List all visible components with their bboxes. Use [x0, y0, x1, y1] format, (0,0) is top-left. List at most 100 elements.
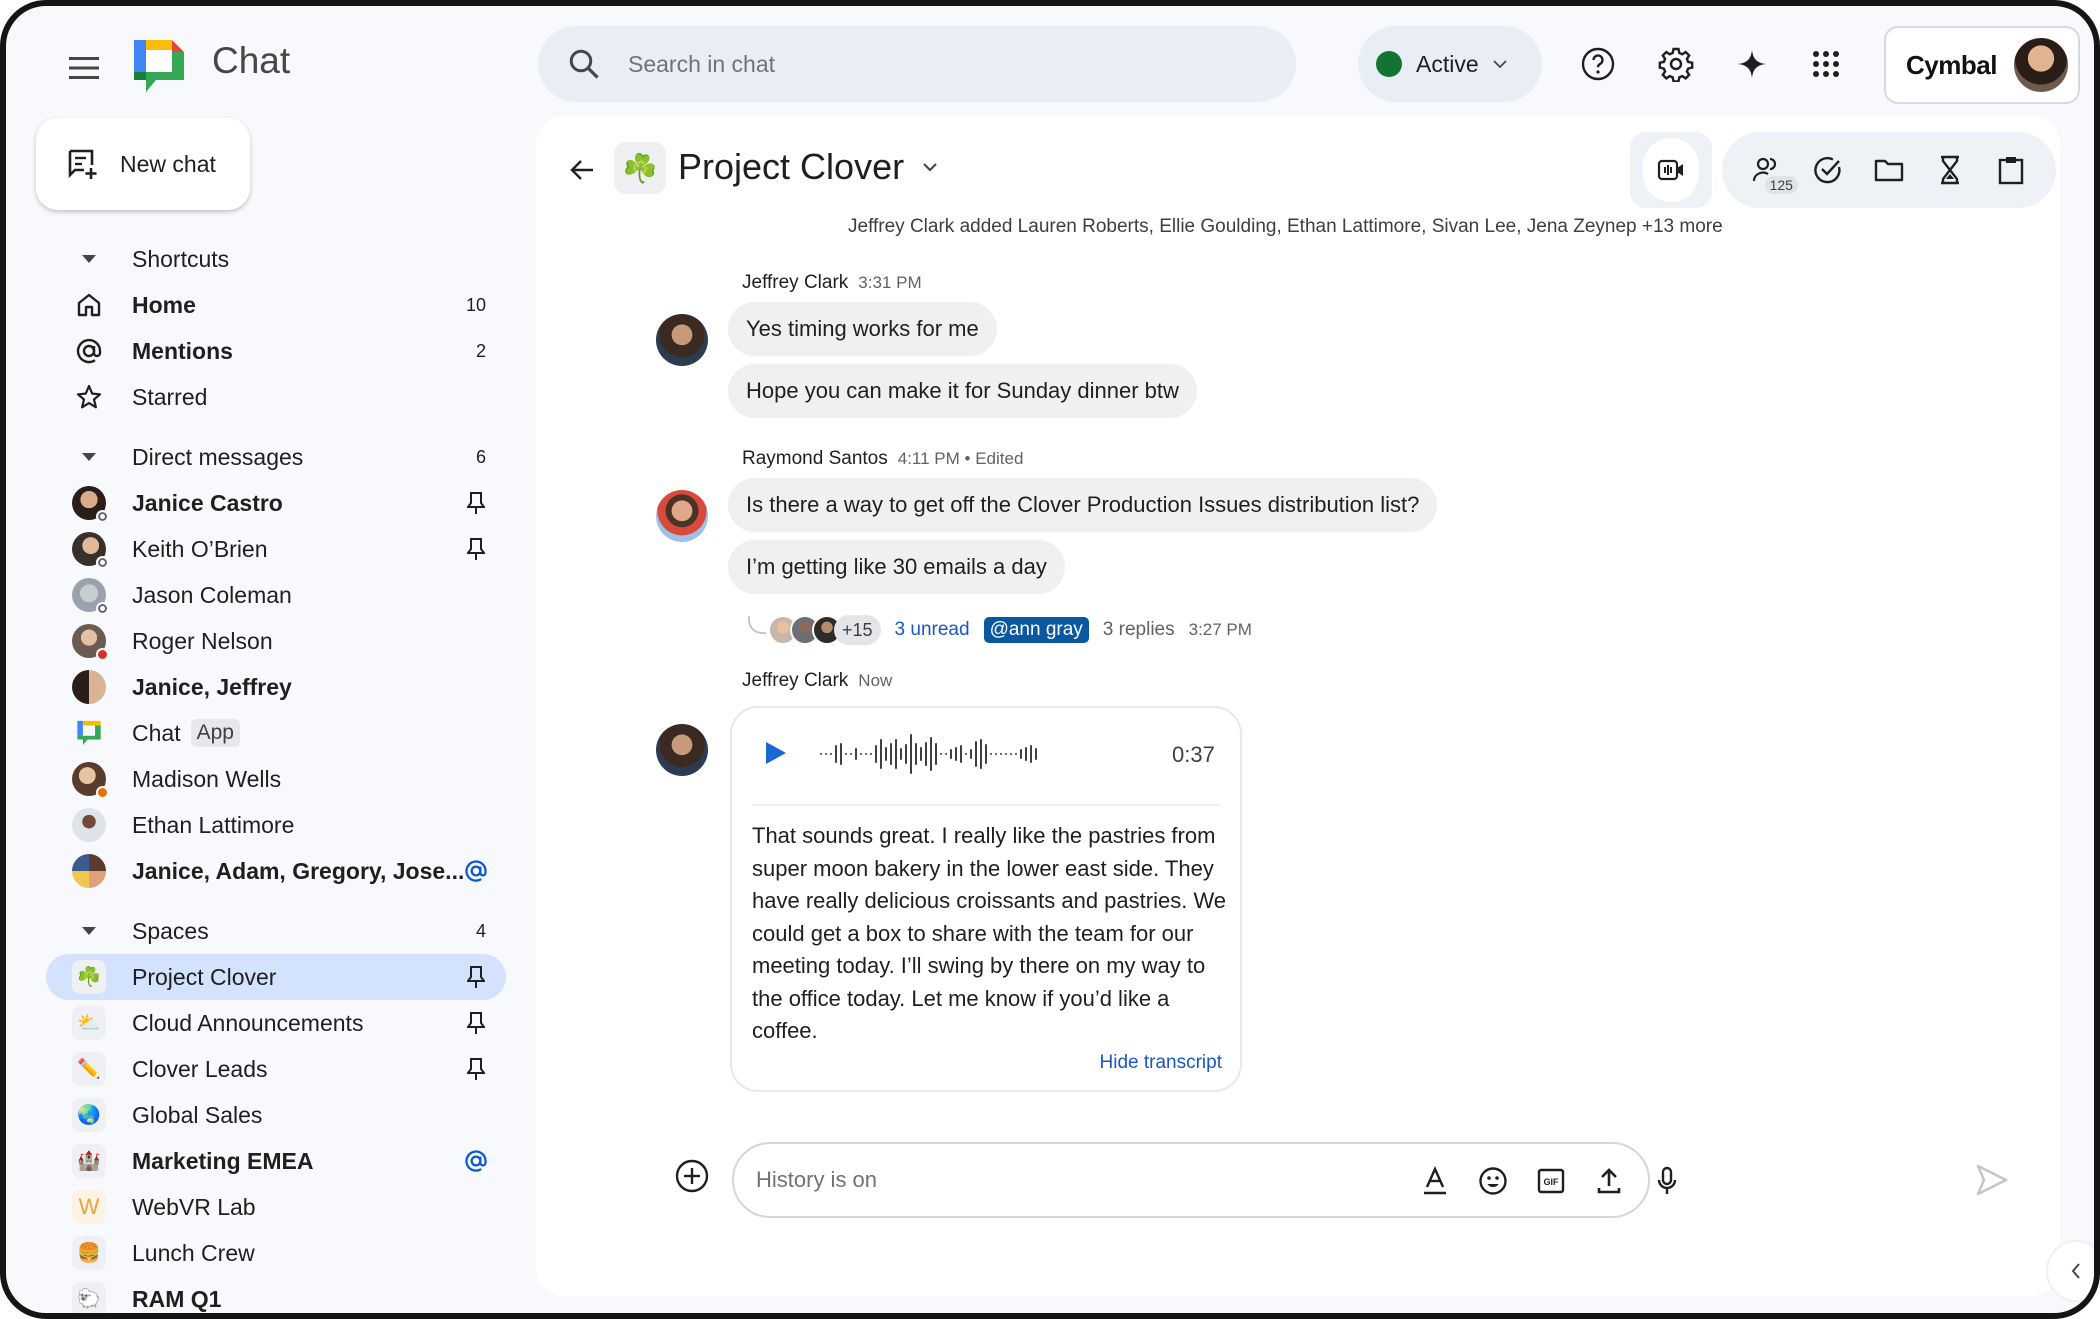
play-icon[interactable]	[762, 738, 790, 768]
message-header: Raymond Santos 4:11 PM • Edited	[742, 448, 1023, 470]
thread-summary[interactable]: +15 3 unread @ann gray 3 replies 3:27 PM	[748, 610, 1252, 650]
thread-mention-chip[interactable]: @ann gray	[983, 617, 1089, 643]
dm-item-label: Janice, Adam, Gregory, Jose...	[132, 857, 465, 884]
dm-item[interactable]: Janice, Jeffrey	[46, 664, 506, 710]
dm-item[interactable]: Ethan Lattimore	[46, 802, 506, 848]
waveform-bar	[1020, 749, 1022, 759]
emoji-button[interactable]	[1476, 1164, 1510, 1198]
message-input[interactable]	[756, 1167, 1356, 1193]
settings-button[interactable]	[1656, 44, 1696, 84]
dm-item[interactable]: Roger Nelson	[46, 618, 506, 664]
back-button[interactable]	[562, 150, 602, 190]
section-shortcuts-toggle[interactable]: Shortcuts	[46, 236, 506, 282]
avatar[interactable]	[656, 490, 708, 542]
section-spaces-toggle[interactable]: Spaces 4	[46, 908, 506, 954]
format-text-button[interactable]	[1418, 1164, 1452, 1198]
audio-waveform[interactable]	[820, 732, 1156, 776]
apps-grid-icon	[1813, 51, 1839, 77]
files-button[interactable]	[1869, 150, 1909, 190]
conversation-title-button[interactable]: Project Clover	[678, 146, 940, 188]
dm-item[interactable]: Janice, Adam, Gregory, Jose...	[46, 848, 506, 894]
add-attachment-button[interactable]	[672, 1156, 712, 1196]
dm-item[interactable]: Keith O’Brien	[46, 526, 506, 572]
waveform-bar	[895, 739, 897, 769]
waveform-bar	[935, 743, 937, 765]
clipboard-icon	[1999, 157, 2024, 185]
space-item[interactable]: 🌏 Global Sales	[46, 1092, 506, 1138]
hide-transcript-link[interactable]: Hide transcript	[1100, 1052, 1223, 1074]
thread-replies-link[interactable]: 3 replies	[1103, 619, 1175, 641]
start-huddle-button[interactable]	[1643, 138, 1699, 202]
upload-button[interactable]	[1592, 1164, 1626, 1198]
space-item[interactable]: 🏰 Marketing EMEA	[46, 1138, 506, 1184]
send-icon[interactable]	[1974, 1162, 2010, 1198]
tasks-button[interactable]	[1808, 150, 1848, 190]
space-item[interactable]: W WebVR Lab	[46, 1184, 506, 1230]
message-author[interactable]: Raymond Santos	[742, 448, 888, 469]
sidebar-nav: Shortcuts Home 10 Mentions 2 Starred Dir…	[46, 236, 506, 1313]
conversation-panel: ☘️ Project Clover 125 Jeffrey Clark adde…	[536, 116, 2060, 1296]
search-bar[interactable]	[538, 26, 1296, 102]
notes-button[interactable]	[1991, 150, 2031, 190]
main-menu-button[interactable]	[62, 46, 106, 90]
history-button[interactable]	[1930, 150, 1970, 190]
gif-button[interactable]: GIF	[1534, 1164, 1568, 1198]
pin-icon[interactable]	[462, 963, 490, 991]
avatar[interactable]	[656, 724, 708, 776]
waveform-bar	[865, 753, 867, 755]
voice-transcript: That sounds great. I really like the pas…	[752, 823, 1227, 1043]
new-chat-button[interactable]: New chat	[36, 118, 250, 210]
collapse-side-panel-button[interactable]	[2046, 1240, 2094, 1302]
audio-duration: 0:37	[1172, 742, 1215, 767]
space-item[interactable]: ⛅ Cloud Announcements	[46, 1000, 506, 1046]
dm-item[interactable]: Chat App	[46, 710, 506, 756]
pin-icon[interactable]	[462, 535, 490, 563]
members-button[interactable]: 125	[1747, 150, 1798, 194]
pin-icon[interactable]	[462, 489, 490, 517]
section-direct-messages-toggle[interactable]: Direct messages 6	[46, 434, 506, 480]
globe-icon: 🌏	[72, 1098, 106, 1132]
account-switcher[interactable]: Cymbal	[1884, 26, 2080, 104]
apps-launcher-button[interactable]	[1806, 44, 1846, 84]
status-dot-icon	[1376, 51, 1402, 77]
chevron-left-icon	[2071, 1263, 2080, 1279]
sidebar-item-label: Home	[132, 291, 196, 318]
dm-item[interactable]: Jason Coleman	[46, 572, 506, 618]
message-author[interactable]: Jeffrey Clark	[742, 272, 848, 293]
voice-record-button[interactable]	[1650, 1164, 1684, 1198]
space-item-project-clover[interactable]: ☘️ Project Clover	[46, 954, 506, 1000]
divider	[752, 804, 1220, 806]
castle-icon: 🏰	[72, 1144, 106, 1178]
waveform-bar	[975, 741, 977, 767]
pin-icon[interactable]	[462, 1009, 490, 1037]
chevron-down-icon	[1493, 60, 1507, 69]
dm-item-label: Janice, Jeffrey	[132, 673, 292, 700]
sidebar-item-starred[interactable]: Starred	[46, 374, 506, 420]
upload-icon	[1597, 1168, 1621, 1194]
waveform-bar	[950, 749, 952, 759]
sidebar-item-home[interactable]: Home 10	[46, 282, 506, 328]
app-title: Chat	[212, 40, 291, 81]
status-selector[interactable]: Active	[1358, 26, 1542, 102]
waveform-bar	[945, 753, 947, 755]
dm-item[interactable]: Janice Castro	[46, 480, 506, 526]
message-time: Now	[858, 671, 893, 690]
dm-item[interactable]: Madison Wells	[46, 756, 506, 802]
message-author[interactable]: Jeffrey Clark	[742, 670, 848, 691]
pin-icon[interactable]	[462, 1055, 490, 1083]
space-item[interactable]: ✏️ Clover Leads	[46, 1046, 506, 1092]
voice-message-card: 0:37 That sounds great. I really like th…	[730, 706, 1242, 1092]
gif-icon: GIF	[1537, 1168, 1565, 1194]
thread-unread-link[interactable]: 3 unread	[895, 619, 970, 641]
presence-icon	[96, 602, 109, 615]
help-button[interactable]	[1578, 44, 1618, 84]
gemini-button[interactable]	[1732, 44, 1772, 84]
space-item[interactable]: 🍔 Lunch Crew	[46, 1230, 506, 1276]
sidebar-item-mentions[interactable]: Mentions 2	[46, 328, 506, 374]
search-input[interactable]	[628, 50, 1228, 78]
waveform-bar	[1005, 753, 1007, 755]
emoji-icon	[1479, 1167, 1507, 1195]
space-item[interactable]: 🐑 RAM Q1	[46, 1276, 506, 1313]
thread-time: 3:27 PM	[1188, 620, 1252, 639]
avatar[interactable]	[656, 314, 708, 366]
